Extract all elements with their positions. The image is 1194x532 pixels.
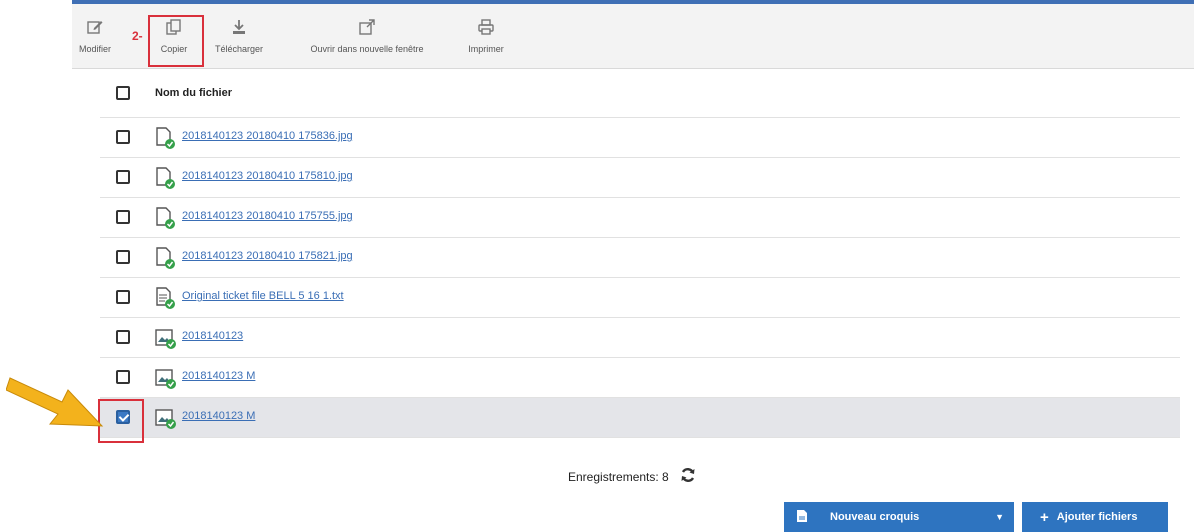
open-new-window-button[interactable]: Ouvrir dans nouvelle fenêtre — [286, 14, 448, 64]
text-file-icon — [154, 286, 178, 310]
row-checkbox[interactable] — [116, 250, 130, 264]
add-files-button[interactable]: + Ajouter fichiers — [1022, 502, 1168, 532]
table-row[interactable]: 2018140123 M — [100, 358, 1180, 398]
print-label: Imprimer — [468, 44, 504, 54]
document-icon — [796, 509, 808, 526]
file-name-link[interactable]: 2018140123 M — [182, 410, 255, 422]
download-icon — [210, 14, 268, 40]
sketch-file-icon — [154, 406, 178, 430]
file-name-link[interactable]: Original ticket file BELL 5 16 1.txt — [182, 290, 344, 302]
image-file-icon — [154, 126, 178, 150]
table-row[interactable]: 2018140123 20180410 175755.jpg — [100, 198, 1180, 238]
modify-label: Modifier — [78, 44, 111, 54]
external-link-icon — [286, 14, 448, 40]
table-row[interactable]: 2018140123 20180410 175810.jpg — [100, 158, 1180, 198]
column-header-filename: Nom du fichier — [155, 87, 233, 99]
edit-icon — [78, 14, 112, 40]
row-checkbox[interactable] — [116, 290, 130, 304]
row-checkbox[interactable] — [116, 170, 130, 184]
table-row[interactable]: Original ticket file BELL 5 16 1.txt — [100, 278, 1180, 318]
modify-button[interactable]: Modifier — [78, 14, 112, 64]
refresh-icon[interactable] — [679, 466, 697, 487]
print-button[interactable]: Imprimer — [464, 14, 508, 64]
file-name-link[interactable]: 2018140123 M — [182, 370, 255, 382]
copy-highlight-box — [148, 15, 204, 67]
sketch-file-icon — [154, 326, 178, 350]
caret-down-icon[interactable]: ▼ — [995, 512, 1004, 522]
file-name-link[interactable]: 2018140123 — [182, 330, 243, 342]
sketch-file-icon — [154, 366, 178, 390]
row-checkbox[interactable] — [116, 210, 130, 224]
file-name-link[interactable]: 2018140123 20180410 175821.jpg — [182, 250, 353, 262]
table-row[interactable]: 2018140123 20180410 175821.jpg — [100, 238, 1180, 278]
image-file-icon — [154, 246, 178, 270]
open-new-window-label: Ouvrir dans nouvelle fenêtre — [310, 44, 424, 54]
file-name-link[interactable]: 2018140123 20180410 175755.jpg — [182, 210, 353, 222]
download-label: Télécharger — [214, 44, 264, 54]
table-row[interactable]: 2018140123 M — [100, 398, 1180, 438]
image-file-icon — [154, 166, 178, 190]
plus-icon: + — [1040, 508, 1049, 526]
print-icon — [464, 14, 508, 40]
table-row[interactable]: 2018140123 — [100, 318, 1180, 358]
download-button[interactable]: Télécharger — [210, 14, 268, 64]
record-count: Enregistrements: 8 — [568, 466, 697, 487]
record-count-label: Enregistrements: 8 — [568, 469, 669, 484]
select-all-checkbox[interactable] — [116, 86, 130, 100]
row-checkbox[interactable] — [116, 370, 130, 384]
new-sketch-label: Nouveau croquis — [830, 511, 920, 523]
file-name-link[interactable]: 2018140123 20180410 175810.jpg — [182, 170, 353, 182]
step-2-label: 2- — [132, 29, 143, 43]
image-file-icon — [154, 206, 178, 230]
pointer-arrow-icon — [6, 377, 104, 427]
table-row[interactable]: 2018140123 20180410 175836.jpg — [100, 118, 1180, 158]
table-header: Nom du fichier — [100, 70, 1180, 118]
row-checkbox[interactable] — [116, 330, 130, 344]
add-files-label: Ajouter fichiers — [1056, 511, 1138, 523]
row-checkbox[interactable] — [116, 130, 130, 144]
toolbar: Modifier Copier Télécharger Ouvrir dans … — [72, 4, 1194, 69]
file-name-link[interactable]: 2018140123 20180410 175836.jpg — [182, 130, 353, 142]
new-sketch-button[interactable]: Nouveau croquis ▼ — [784, 502, 1014, 532]
